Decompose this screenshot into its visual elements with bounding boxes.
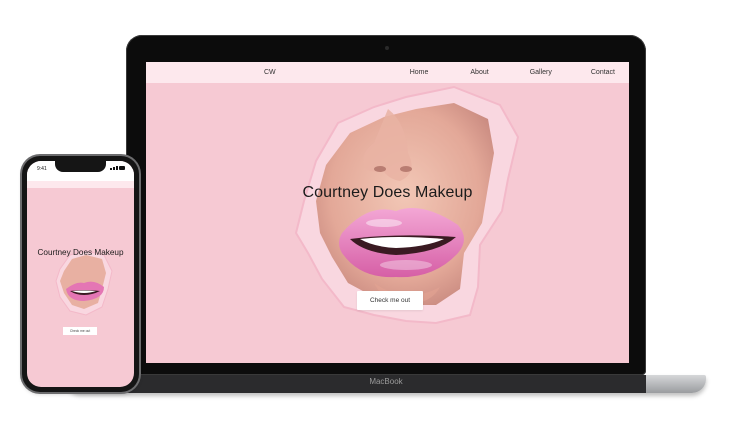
laptop-screen: CW Home About Gallery Contact Courtney D…: [146, 62, 629, 363]
site-nav-links: Home About Gallery Contact: [410, 69, 615, 76]
nav-link-gallery[interactable]: Gallery: [530, 69, 552, 76]
nav-link-home[interactable]: Home: [410, 69, 429, 76]
phone-hero-title: Courtney Does Makeup: [37, 248, 124, 257]
site-navbar: CW Home About Gallery Contact: [146, 62, 629, 83]
signal-battery-icon: [110, 166, 126, 170]
laptop-lid: CW Home About Gallery Contact Courtney D…: [126, 35, 646, 375]
laptop-camera: [385, 46, 389, 50]
phone-hero-photo: [55, 250, 113, 316]
phone-site-navbar: [27, 181, 134, 188]
phone-clock: 9:41: [37, 166, 47, 172]
nav-link-about[interactable]: About: [470, 69, 488, 76]
nav-link-contact[interactable]: Contact: [591, 69, 615, 76]
phone-notch: [55, 161, 106, 172]
phone-frame: 9:41 Courtney Does Makeup Check me out: [22, 156, 139, 392]
site-logo[interactable]: CW: [264, 69, 276, 76]
check-me-out-button[interactable]: Check me out: [357, 291, 423, 310]
laptop-bezel-bottom: MacBook: [126, 375, 646, 393]
hero-photo: [294, 85, 520, 325]
phone-check-me-out-button[interactable]: Check me out: [63, 327, 97, 335]
laptop-brand-label: MacBook: [369, 377, 403, 386]
phone-status-bar: 9:41: [27, 161, 134, 181]
hero-title: Courtney Does Makeup: [302, 184, 473, 201]
phone-screen: 9:41 Courtney Does Makeup Check me out: [27, 161, 134, 387]
device-mockup-stage: CW Home About Gallery Contact Courtney D…: [0, 0, 730, 433]
